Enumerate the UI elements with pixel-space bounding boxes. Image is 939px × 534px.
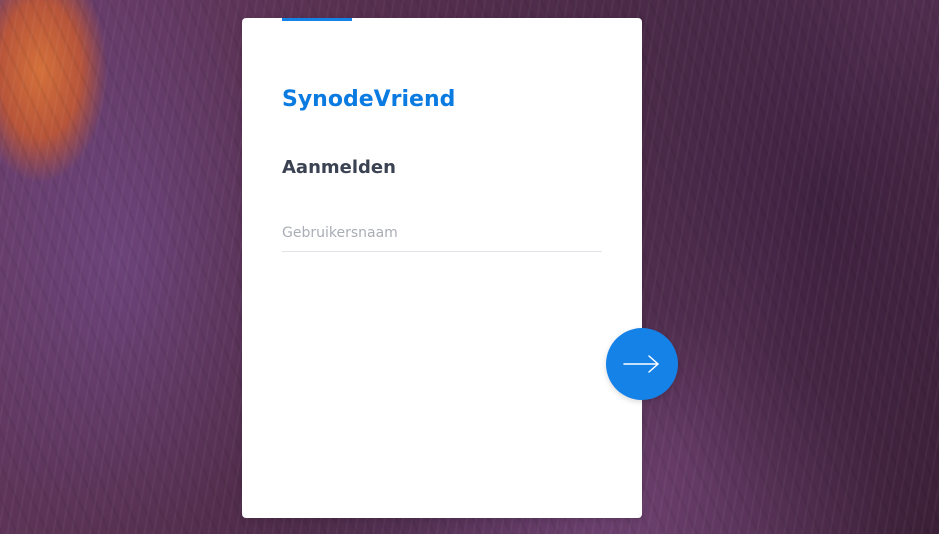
- login-card: SynodeVriend Aanmelden: [242, 18, 642, 518]
- arrow-right-icon: [623, 355, 659, 373]
- accent-bar: [282, 18, 352, 21]
- login-heading: Aanmelden: [282, 157, 396, 178]
- app-title: SynodeVriend: [282, 87, 456, 112]
- username-input[interactable]: [282, 214, 602, 252]
- next-button[interactable]: [606, 328, 678, 400]
